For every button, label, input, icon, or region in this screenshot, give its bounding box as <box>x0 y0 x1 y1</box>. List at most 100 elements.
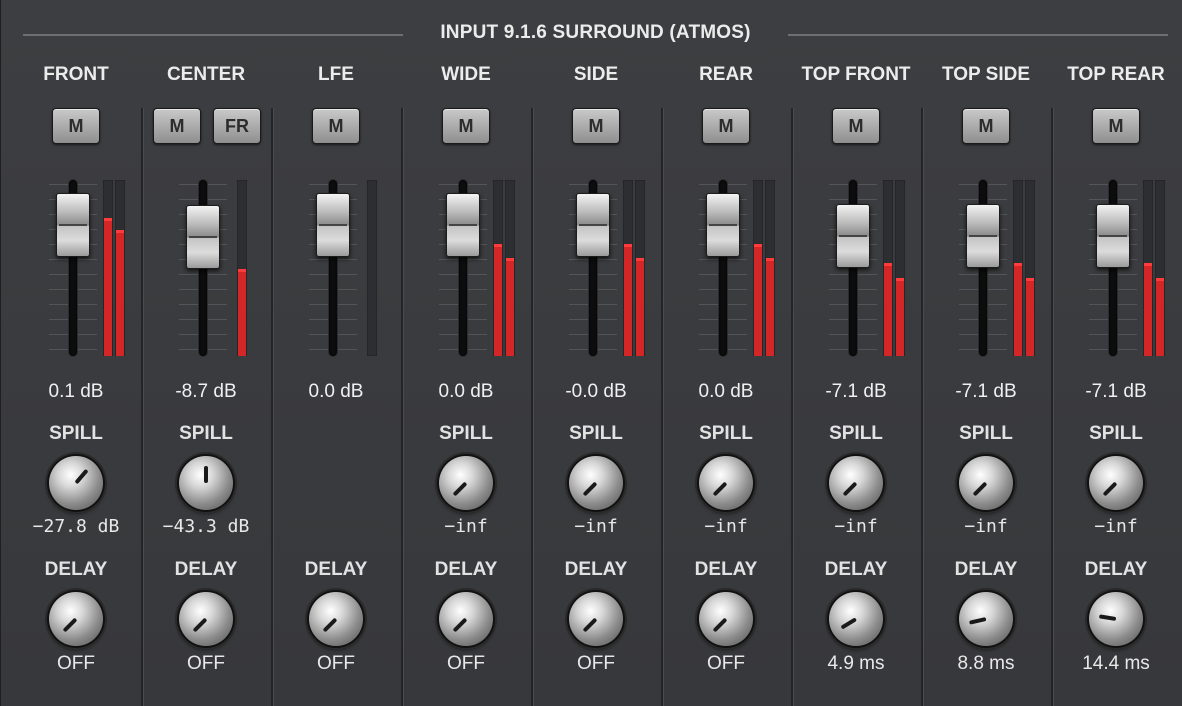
meter-level <box>1026 278 1034 356</box>
channel-name: SIDE <box>573 64 619 85</box>
strip-divider <box>531 108 533 706</box>
knob-pointer <box>712 481 728 497</box>
strip-divider <box>921 108 923 706</box>
level-meter-left <box>237 180 247 356</box>
meter-peak <box>1014 263 1022 267</box>
strip-divider <box>791 108 793 706</box>
delay-label: DELAY <box>1084 559 1148 580</box>
channel-strip-top-front: TOP FRONT M -7.1 dB SPILL −inf DELAY 4.9 ms <box>791 0 921 706</box>
mute-button[interactable]: M <box>962 108 1010 144</box>
channel-name: LFE <box>318 64 354 85</box>
spill-value: −inf <box>444 516 488 537</box>
delay-knob[interactable] <box>959 592 1013 646</box>
channel-strip-top-rear: TOP REAR M -7.1 dB SPILL −inf DELAY 14.4 ms <box>1051 0 1181 706</box>
meter-peak <box>896 277 904 281</box>
channel-strip-center: CENTER M FR -8.7 dB SPILL −43.3 dB DELAY OFF <box>141 0 271 706</box>
spill-knob[interactable] <box>49 456 103 510</box>
meter-level <box>1144 264 1152 356</box>
mute-button[interactable]: M <box>153 108 201 144</box>
meter-peak <box>754 244 762 248</box>
fader-handle[interactable] <box>446 193 480 258</box>
level-meter-right <box>1025 180 1035 356</box>
delay-knob[interactable] <box>829 592 883 646</box>
spill-knob[interactable] <box>1089 456 1143 510</box>
knob-pointer <box>840 617 858 630</box>
fr-button[interactable]: FR <box>213 108 261 144</box>
delay-knob[interactable] <box>179 592 233 646</box>
knob-pointer <box>1098 614 1117 621</box>
delay-knob[interactable] <box>439 592 493 646</box>
spill-value: −inf <box>964 516 1008 537</box>
spill-label: SPILL <box>829 423 883 444</box>
spill-label: SPILL <box>439 423 493 444</box>
mute-button[interactable]: M <box>52 108 100 144</box>
delay-knob[interactable] <box>1089 592 1143 646</box>
meter-level <box>754 245 762 356</box>
spill-knob[interactable] <box>439 456 493 510</box>
knob-pointer <box>192 617 208 633</box>
fader-handle[interactable] <box>316 193 350 258</box>
level-meter-right <box>765 180 775 356</box>
meter-peak <box>766 258 774 262</box>
meter-level <box>104 218 112 356</box>
meter-peak <box>238 268 246 272</box>
mute-button[interactable]: M <box>1092 108 1140 144</box>
meter-level <box>506 259 514 356</box>
fader-handle[interactable] <box>706 193 740 258</box>
spill-knob[interactable] <box>179 456 233 510</box>
fader-handle[interactable] <box>836 203 870 268</box>
channel-name: CENTER <box>166 64 246 85</box>
meter-peak <box>624 244 632 248</box>
mute-button[interactable]: M <box>442 108 490 144</box>
fader-handle[interactable] <box>56 193 90 258</box>
spill-knob[interactable] <box>959 456 1013 510</box>
knob-pointer <box>842 481 858 497</box>
fader-handle[interactable] <box>186 204 220 269</box>
spill-label: SPILL <box>179 423 233 444</box>
meter-level <box>636 259 644 356</box>
channel-name: TOP FRONT <box>801 64 911 85</box>
level-meter-left <box>367 180 377 356</box>
spill-value: −inf <box>704 516 748 537</box>
knob-pointer <box>452 481 468 497</box>
channel-strip-top-side: TOP SIDE M -7.1 dB SPILL −inf DELAY 8.8 ms <box>921 0 1051 706</box>
gain-readout: -7.1 dB <box>955 381 1017 402</box>
mute-button[interactable]: M <box>572 108 620 144</box>
spill-label: SPILL <box>959 423 1013 444</box>
mute-button[interactable]: M <box>702 108 750 144</box>
spill-knob[interactable] <box>829 456 883 510</box>
delay-knob[interactable] <box>49 592 103 646</box>
channel-strip-rear: REAR M 0.0 dB SPILL −inf DELAY OFF <box>661 0 791 706</box>
fader-handle[interactable] <box>1096 203 1130 268</box>
knob-pointer <box>204 466 208 483</box>
level-meter-left <box>883 180 893 356</box>
spill-label: SPILL <box>569 423 623 444</box>
knob-pointer <box>62 617 78 633</box>
fader-handle[interactable] <box>966 203 1000 268</box>
gain-readout: -0.0 dB <box>565 381 627 402</box>
meter-peak <box>1026 277 1034 281</box>
spill-knob[interactable] <box>699 456 753 510</box>
channel-name: REAR <box>699 64 753 85</box>
channel-strip-side: SIDE M -0.0 dB SPILL −inf DELAY OFF <box>531 0 661 706</box>
delay-label: DELAY <box>304 559 368 580</box>
delay-knob[interactable] <box>569 592 623 646</box>
meter-peak <box>1144 263 1152 267</box>
knob-pointer <box>322 617 338 633</box>
mute-button[interactable]: M <box>312 108 360 144</box>
knob-pointer <box>452 617 468 633</box>
fader-handle[interactable] <box>576 193 610 258</box>
spill-knob[interactable] <box>569 456 623 510</box>
knob-pointer <box>712 617 728 633</box>
strip-divider <box>401 108 403 706</box>
mute-button[interactable]: M <box>832 108 880 144</box>
delay-knob[interactable] <box>699 592 753 646</box>
meter-peak <box>494 244 502 248</box>
meter-level <box>494 245 502 356</box>
knob-pointer <box>74 468 89 485</box>
knob-pointer <box>582 617 598 633</box>
level-meter-right <box>895 180 905 356</box>
delay-knob[interactable] <box>309 592 363 646</box>
gain-readout: 0.1 dB <box>48 381 104 402</box>
meter-level <box>896 278 904 356</box>
